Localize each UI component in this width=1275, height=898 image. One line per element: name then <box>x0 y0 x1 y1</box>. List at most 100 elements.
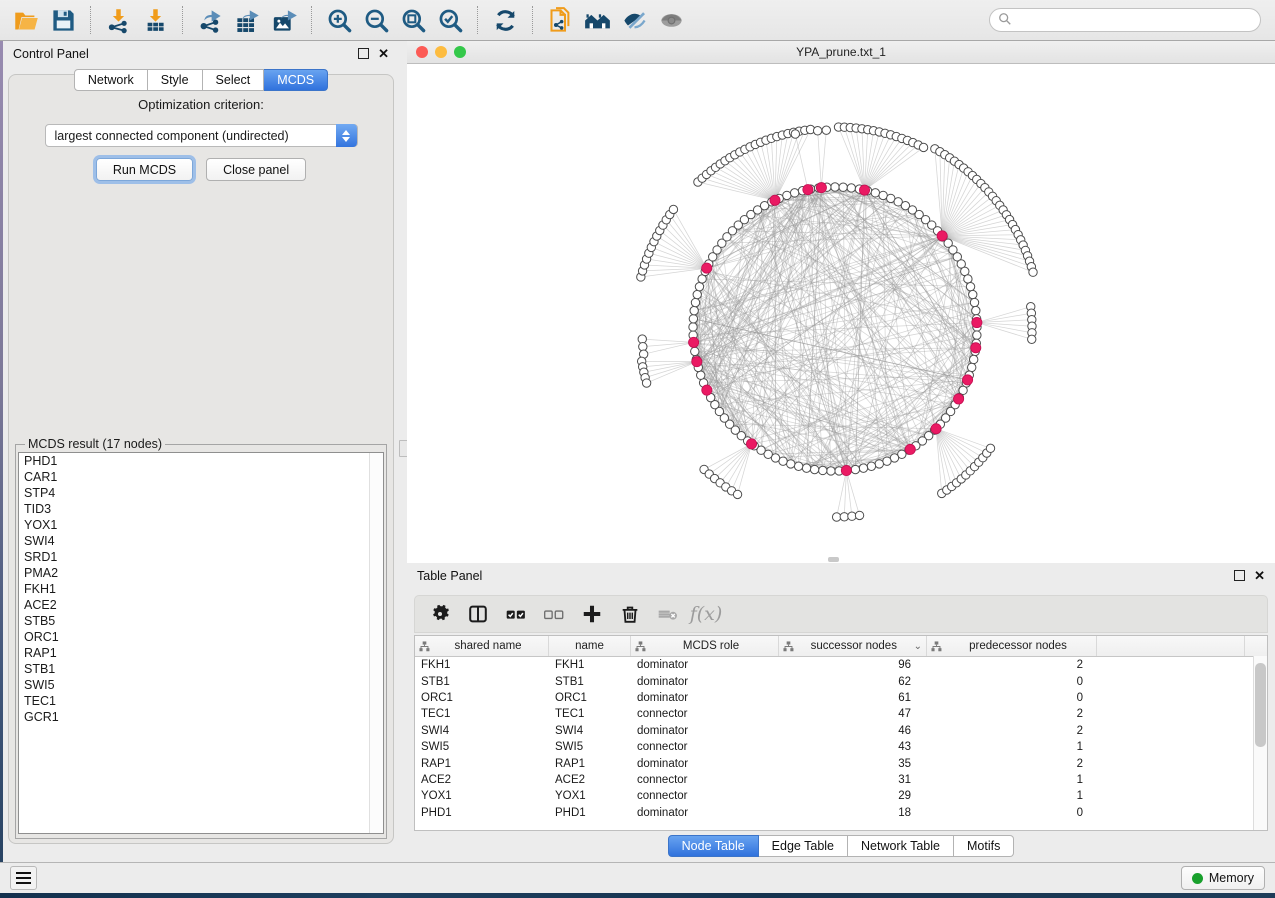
table-row[interactable]: YOX1YOX1connector291 <box>415 788 1267 804</box>
table-cell: SWI4 <box>415 725 549 737</box>
column-header-shared-name[interactable]: shared name <box>415 636 549 656</box>
memory-button[interactable]: Memory <box>1181 866 1265 890</box>
mcds-result-item[interactable]: RAP1 <box>19 645 383 661</box>
column-header-name[interactable]: name <box>549 636 631 656</box>
function-builder-disabled-icon: f(x) <box>687 599 725 629</box>
show-columns-icon[interactable] <box>459 599 497 629</box>
mcds-result-list[interactable]: PHD1CAR1STP4TID3YOX1SWI4SRD1PMA2FKH1ACE2… <box>18 452 384 834</box>
refresh-icon[interactable] <box>487 3 524 37</box>
zoom-selected-icon[interactable] <box>432 3 469 37</box>
delete-columns-icon[interactable] <box>611 599 649 629</box>
optimization-criterion-select[interactable]: largest connected component (undirected) <box>45 124 358 147</box>
table-cell: TEC1 <box>549 708 631 720</box>
mcds-result-item[interactable]: STB1 <box>19 661 383 677</box>
column-header-predecessor-nodes[interactable]: predecessor nodes <box>927 636 1097 656</box>
tab-network[interactable]: Network <box>74 69 148 91</box>
table-row[interactable]: ACE2ACE2connector311 <box>415 772 1267 788</box>
mcds-result-item[interactable]: YOX1 <box>19 517 383 533</box>
table-cell: dominator <box>631 676 779 688</box>
status-bar: Memory <box>0 862 1275 893</box>
import-table-icon[interactable] <box>137 3 174 37</box>
zoom-in-icon[interactable] <box>321 3 358 37</box>
desktop-edge-bottom <box>0 893 1275 898</box>
zoom-out-icon[interactable] <box>358 3 395 37</box>
tab-mcds[interactable]: MCDS <box>264 69 328 91</box>
float-table-panel-icon[interactable] <box>1234 570 1245 581</box>
show-all-icon[interactable] <box>653 3 690 37</box>
mcds-result-item[interactable]: STB5 <box>19 613 383 629</box>
hide-selected-icon[interactable] <box>616 3 653 37</box>
toolbar-separator <box>90 6 92 34</box>
network-hscrollbar-thumb[interactable] <box>828 557 839 562</box>
table-vscrollbar[interactable] <box>1253 656 1267 830</box>
mcds-result-item[interactable]: ACE2 <box>19 597 383 613</box>
table-row[interactable]: FKH1FKH1dominator962 <box>415 657 1267 673</box>
table-cell: 1 <box>927 741 1097 753</box>
save-session-icon[interactable] <box>45 3 82 37</box>
column-label: MCDS role <box>648 640 774 652</box>
tab-edge-table[interactable]: Edge Table <box>759 835 848 857</box>
table-row[interactable]: ORC1ORC1dominator610 <box>415 690 1267 706</box>
add-column-icon[interactable] <box>573 599 611 629</box>
network-window-titlebar[interactable]: YPA_prune.txt_1 <box>407 41 1275 64</box>
table-row[interactable]: SWI4SWI4dominator462 <box>415 723 1267 739</box>
table-row[interactable]: TEC1TEC1connector472 <box>415 706 1267 722</box>
mcds-result-item[interactable]: SWI5 <box>19 677 383 693</box>
float-panel-icon[interactable] <box>358 48 369 59</box>
mcds-result-item[interactable]: TID3 <box>19 501 383 517</box>
mcds-result-item[interactable]: PHD1 <box>19 453 383 469</box>
mcds-result-item[interactable]: GCR1 <box>19 709 383 725</box>
select-all-rows-icon[interactable] <box>497 599 535 629</box>
task-history-icon[interactable] <box>10 866 37 890</box>
optimization-criterion-label: Optimization criterion: <box>9 97 393 112</box>
close-table-panel-icon[interactable]: ✕ <box>1254 571 1265 581</box>
mcds-result-item[interactable]: TEC1 <box>19 693 383 709</box>
mcds-result-item[interactable]: FKH1 <box>19 581 383 597</box>
table-row[interactable]: PHD1PHD1dominator180 <box>415 805 1267 821</box>
tab-style[interactable]: Style <box>148 69 203 91</box>
tab-node-table[interactable]: Node Table <box>668 835 759 857</box>
column-header-successor-nodes[interactable]: successor nodes⌄ <box>779 636 927 656</box>
network-canvas[interactable] <box>407 64 1275 564</box>
run-mcds-button[interactable]: Run MCDS <box>96 158 193 181</box>
table-cell: 18 <box>779 807 927 819</box>
table-cell: 31 <box>779 774 927 786</box>
search-input[interactable] <box>989 8 1261 32</box>
close-panel-button[interactable]: Close panel <box>206 158 306 181</box>
table-cell: dominator <box>631 659 779 671</box>
export-network-icon[interactable] <box>192 3 229 37</box>
tab-select[interactable]: Select <box>203 69 265 91</box>
tab-network-table[interactable]: Network Table <box>848 835 954 857</box>
column-header-MCDS-role[interactable]: MCDS role <box>631 636 779 656</box>
first-neighbors-icon[interactable] <box>579 3 616 37</box>
table-vscrollbar-thumb[interactable] <box>1255 663 1266 747</box>
table-tabbar: Node TableEdge TableNetwork TableMotifs <box>407 835 1275 857</box>
table-row[interactable]: STB1STB1dominator620 <box>415 673 1267 689</box>
selected-criterion-value: largest connected component (undirected) <box>46 129 289 143</box>
mcds-result-item[interactable]: SWI4 <box>19 533 383 549</box>
mcds-result-item[interactable]: SRD1 <box>19 549 383 565</box>
node-table[interactable]: shared namename MCDS role successor nodes⌄… <box>414 635 1268 831</box>
mcds-list-scrollbar[interactable] <box>369 453 383 833</box>
table-options-gear-icon[interactable] <box>421 599 459 629</box>
export-table-icon[interactable] <box>229 3 266 37</box>
table-cell: dominator <box>631 692 779 704</box>
mcds-result-item[interactable]: CAR1 <box>19 469 383 485</box>
network-graph[interactable] <box>407 64 1275 564</box>
clone-network-icon[interactable] <box>542 3 579 37</box>
table-cell: 46 <box>779 725 927 737</box>
mcds-result-item[interactable]: PMA2 <box>19 565 383 581</box>
table-row[interactable]: SWI5SWI5connector431 <box>415 739 1267 755</box>
tab-motifs[interactable]: Motifs <box>954 835 1014 857</box>
close-panel-icon[interactable]: ✕ <box>378 49 389 59</box>
export-image-icon[interactable] <box>266 3 303 37</box>
zoom-fit-icon[interactable] <box>395 3 432 37</box>
table-body: FKH1FKH1dominator962STB1STB1dominator620… <box>415 657 1267 821</box>
panel-splitter[interactable] <box>399 41 407 862</box>
deselect-all-rows-icon[interactable] <box>535 599 573 629</box>
mcds-result-item[interactable]: STP4 <box>19 485 383 501</box>
import-network-icon[interactable] <box>100 3 137 37</box>
mcds-result-item[interactable]: ORC1 <box>19 629 383 645</box>
table-row[interactable]: RAP1RAP1dominator352 <box>415 755 1267 771</box>
open-file-icon[interactable] <box>8 3 45 37</box>
